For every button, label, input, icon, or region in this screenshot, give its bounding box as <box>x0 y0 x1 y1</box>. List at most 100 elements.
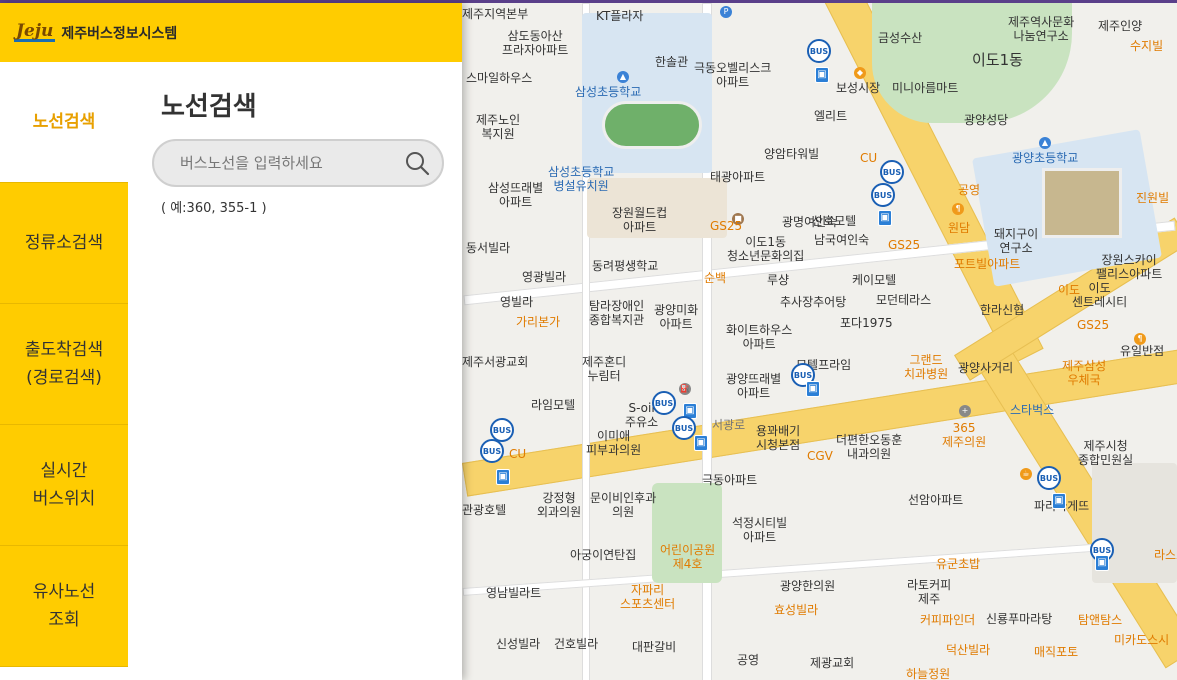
map-place-label[interactable]: 더편한오동훈 내과의원 <box>836 433 902 461</box>
bus-sign-icon[interactable]: ▣ <box>806 381 820 397</box>
map-place-label[interactable]: 장원스카이 팰리스아파트 <box>1096 253 1162 281</box>
bus-sign-icon[interactable]: ▣ <box>496 469 510 485</box>
map-place-label[interactable]: 포트빌아파트 <box>954 257 1020 271</box>
map-place-label[interactable]: 스타벅스 <box>1010 403 1054 417</box>
map-place-label[interactable]: 그랜드 치과병원 <box>904 353 948 381</box>
bus-stop-icon[interactable]: BUS <box>807 39 831 63</box>
map-place-label[interactable]: 양암타워빌 <box>764 147 819 161</box>
map-place-label[interactable]: 광양성당 <box>964 113 1008 127</box>
bus-stop-icon[interactable]: BUS <box>1037 466 1061 490</box>
map-place-label[interactable]: 탐앤탐스 <box>1078 613 1122 627</box>
map-place-label[interactable]: 영광빌라 <box>522 270 566 284</box>
map-place-label[interactable]: 어린이공원 제4호 <box>660 543 715 571</box>
bus-stop-icon[interactable]: BUS <box>880 160 904 184</box>
map-place-label[interactable]: 스마일하우스 <box>466 71 532 85</box>
map-place-label[interactable]: 돼지구이 연구소 <box>994 227 1038 255</box>
map-place-label[interactable]: 매직포토 <box>1034 645 1078 659</box>
map-place-label[interactable]: 신성빌라 <box>496 637 540 651</box>
map-place-label[interactable]: 석정시티빌 아파트 <box>732 516 787 544</box>
map-place-label[interactable]: 서광로 <box>712 418 745 432</box>
map-place-label[interactable]: 공영 <box>958 183 980 197</box>
map-place-label[interactable]: 라임모텔 <box>531 398 575 412</box>
nav-realtime-bus-location[interactable]: 실시간 버스위치 <box>0 425 128 546</box>
map-place-label[interactable]: 유일반점 <box>1120 344 1164 358</box>
map-place-label[interactable]: 이도1동 <box>972 53 1023 68</box>
map-place-label[interactable]: 루샹 <box>767 273 789 287</box>
map-place-label[interactable]: 삼성초등학교 <box>575 85 641 99</box>
bus-sign-icon[interactable]: ▣ <box>694 435 708 451</box>
map-place-label[interactable]: 이미애 피부과의원 <box>586 429 641 457</box>
map-place-label[interactable]: 순백 <box>704 271 726 285</box>
map-place-label[interactable]: 제주서광교회 <box>462 355 528 369</box>
map-place-label[interactable]: 이도 센트레시티 <box>1072 281 1127 309</box>
map-place-label[interactable]: 영남빌라트 <box>486 586 541 600</box>
nav-stop-search[interactable]: 정류소검색 <box>0 183 128 304</box>
map-place-label[interactable]: 금성수산 <box>878 31 922 45</box>
map-place-label[interactable]: 이도 <box>1058 283 1080 297</box>
map-place-label[interactable]: 광양한의원 <box>780 579 835 593</box>
map-place-label[interactable]: 광양사거리 <box>958 361 1013 375</box>
map-place-label[interactable]: 건호빌라 <box>554 637 598 651</box>
map-place-label[interactable]: 가리본가 <box>516 315 560 329</box>
bus-stop-icon[interactable]: BUS <box>652 391 676 415</box>
map-place-label[interactable]: 유군초밥 <box>936 557 980 571</box>
map-place-label[interactable]: 영빌라 <box>500 295 533 309</box>
map-place-label[interactable]: 한라신협 <box>980 303 1024 317</box>
map-place-label[interactable]: GS25 <box>888 238 920 252</box>
map-place-label[interactable]: 신룡푸마라탕 <box>986 612 1052 626</box>
map-place-label[interactable]: 원담 <box>948 221 970 235</box>
map-place-label[interactable]: 라스또 <box>1154 548 1177 562</box>
search-icon[interactable] <box>404 150 430 176</box>
map-place-label[interactable]: 효성빌라 <box>774 603 818 617</box>
map-place-label[interactable]: 365 제주의원 <box>942 421 986 449</box>
map-place-label[interactable]: 탐라장애인 종합복지관 <box>589 299 644 327</box>
route-search-input[interactable] <box>180 154 404 172</box>
bus-sign-icon[interactable]: ▣ <box>815 67 829 83</box>
map-place-label[interactable]: 제주노인 복지원 <box>476 113 520 141</box>
bus-stop-icon[interactable]: BUS <box>480 439 504 463</box>
map-place-label[interactable]: 자파리 스포츠센터 <box>620 583 675 611</box>
bus-sign-icon[interactable]: ▣ <box>1095 555 1109 571</box>
map-place-label[interactable]: 제광교회 <box>810 656 854 670</box>
map-place-label[interactable]: 광양뜨래별 아파트 <box>726 372 781 400</box>
map-place-label[interactable]: 모던테라스 <box>876 293 931 307</box>
map-place-label[interactable]: 광양초등학교 <box>1012 151 1078 165</box>
bus-sign-icon[interactable]: ▣ <box>1052 493 1066 509</box>
nav-similar-route[interactable]: 유사노선 조회 <box>0 546 128 667</box>
app-logo[interactable]: Jeju 제주버스정보시스템 <box>14 23 177 43</box>
map-place-label[interactable]: KT플라자 <box>596 9 643 23</box>
map-place-label[interactable]: 미카도스시 <box>1114 633 1169 647</box>
map-place-label[interactable]: 진원빌 <box>1136 191 1169 205</box>
map-place-label[interactable]: 제주역사문화 나눔연구소 <box>1008 15 1074 43</box>
map-place-label[interactable]: 이도1동 청소년문화의집 <box>727 235 804 263</box>
map-place-label[interactable]: 동서빌라 <box>466 241 510 255</box>
map-place-label[interactable]: 제주혼디 누림터 <box>582 355 626 383</box>
map-place-label[interactable]: GS25 <box>1077 318 1109 332</box>
map-place-label[interactable]: 덕산빌라 <box>946 643 990 657</box>
map-place-label[interactable]: 산호모텔 <box>812 214 856 228</box>
map-place-label[interactable]: 수지빌 <box>1130 39 1163 53</box>
map-place-label[interactable]: 케이모텔 <box>852 273 896 287</box>
map-place-label[interactable]: 선암아파트 <box>908 493 963 507</box>
map-place-label[interactable]: 극동오벨리스크 아파트 <box>694 61 771 89</box>
map-place-label[interactable]: 남국여인숙 <box>814 233 869 247</box>
bus-stop-icon[interactable]: BUS <box>672 416 696 440</box>
map-place-label[interactable]: CU <box>509 447 526 461</box>
map-place-label[interactable]: 동려평생학교 <box>592 259 658 273</box>
map-place-label[interactable]: 태광아파트 <box>710 170 765 184</box>
map-place-label[interactable]: 보성시장 <box>836 81 880 95</box>
map-place-label[interactable]: 제주지역본부 <box>462 7 528 21</box>
map-place-label[interactable]: 제주시청 종합민원실 <box>1078 439 1133 467</box>
map-place-label[interactable]: 포다1975 <box>840 316 893 330</box>
map-place-label[interactable]: 극동아파트 <box>702 473 757 487</box>
map-place-label[interactable]: 삼성뜨래별 아파트 <box>488 181 543 209</box>
map-place-label[interactable]: 미니아름마트 <box>892 81 958 95</box>
nav-route-search[interactable]: 노선검색 <box>0 62 128 183</box>
map-place-label[interactable]: 삼도동아산 프라자아파트 <box>502 29 568 57</box>
map-place-label[interactable]: 엘리트 <box>814 109 847 123</box>
bus-stop-icon[interactable]: BUS <box>871 183 895 207</box>
map-place-label[interactable]: 라토커피 제주 <box>907 578 951 606</box>
map-place-label[interactable]: GS25 <box>710 219 742 233</box>
map-place-label[interactable]: 공영 <box>737 653 759 667</box>
map-place-label[interactable]: 용꽈배기 시청본점 <box>756 424 800 452</box>
